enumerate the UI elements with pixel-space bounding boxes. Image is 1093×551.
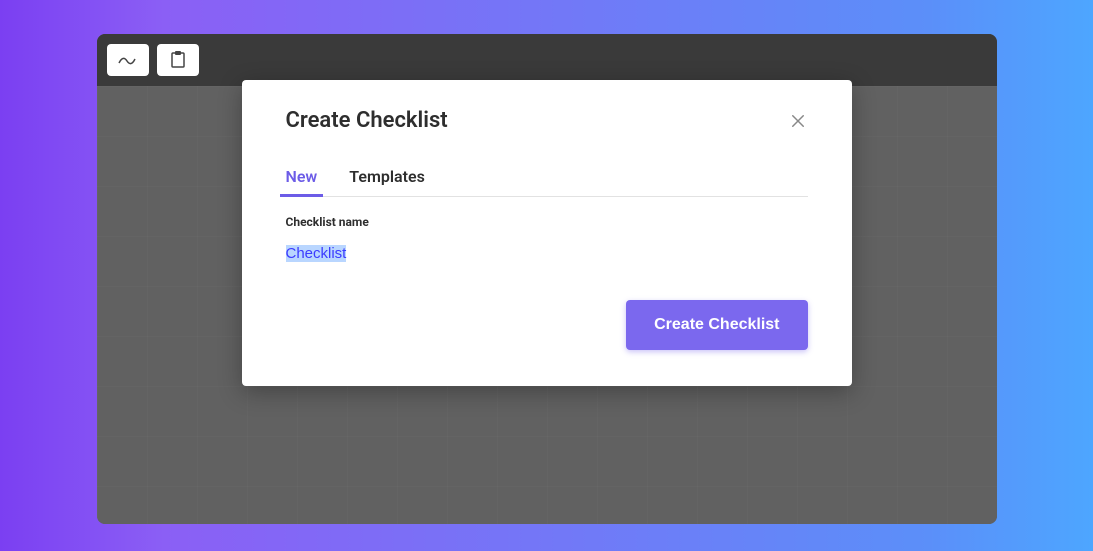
- create-checklist-modal: Create Checklist New Templates Checklist…: [242, 80, 852, 386]
- close-icon: [789, 112, 807, 130]
- modal-tabs: New Templates: [286, 157, 808, 197]
- modal-header: Create Checklist: [286, 108, 808, 133]
- app-frame: Create Checklist New Templates Checklist…: [97, 34, 997, 524]
- modal-overlay: Create Checklist New Templates Checklist…: [97, 34, 997, 524]
- modal-footer: Create Checklist: [286, 300, 808, 350]
- modal-title: Create Checklist: [286, 108, 448, 133]
- tab-templates[interactable]: Templates: [349, 157, 425, 196]
- checklist-name-label: Checklist name: [286, 215, 808, 229]
- checklist-name-input[interactable]: [286, 243, 808, 264]
- tab-new[interactable]: New: [286, 157, 318, 196]
- create-checklist-button[interactable]: Create Checklist: [626, 300, 807, 350]
- close-button[interactable]: [788, 111, 808, 131]
